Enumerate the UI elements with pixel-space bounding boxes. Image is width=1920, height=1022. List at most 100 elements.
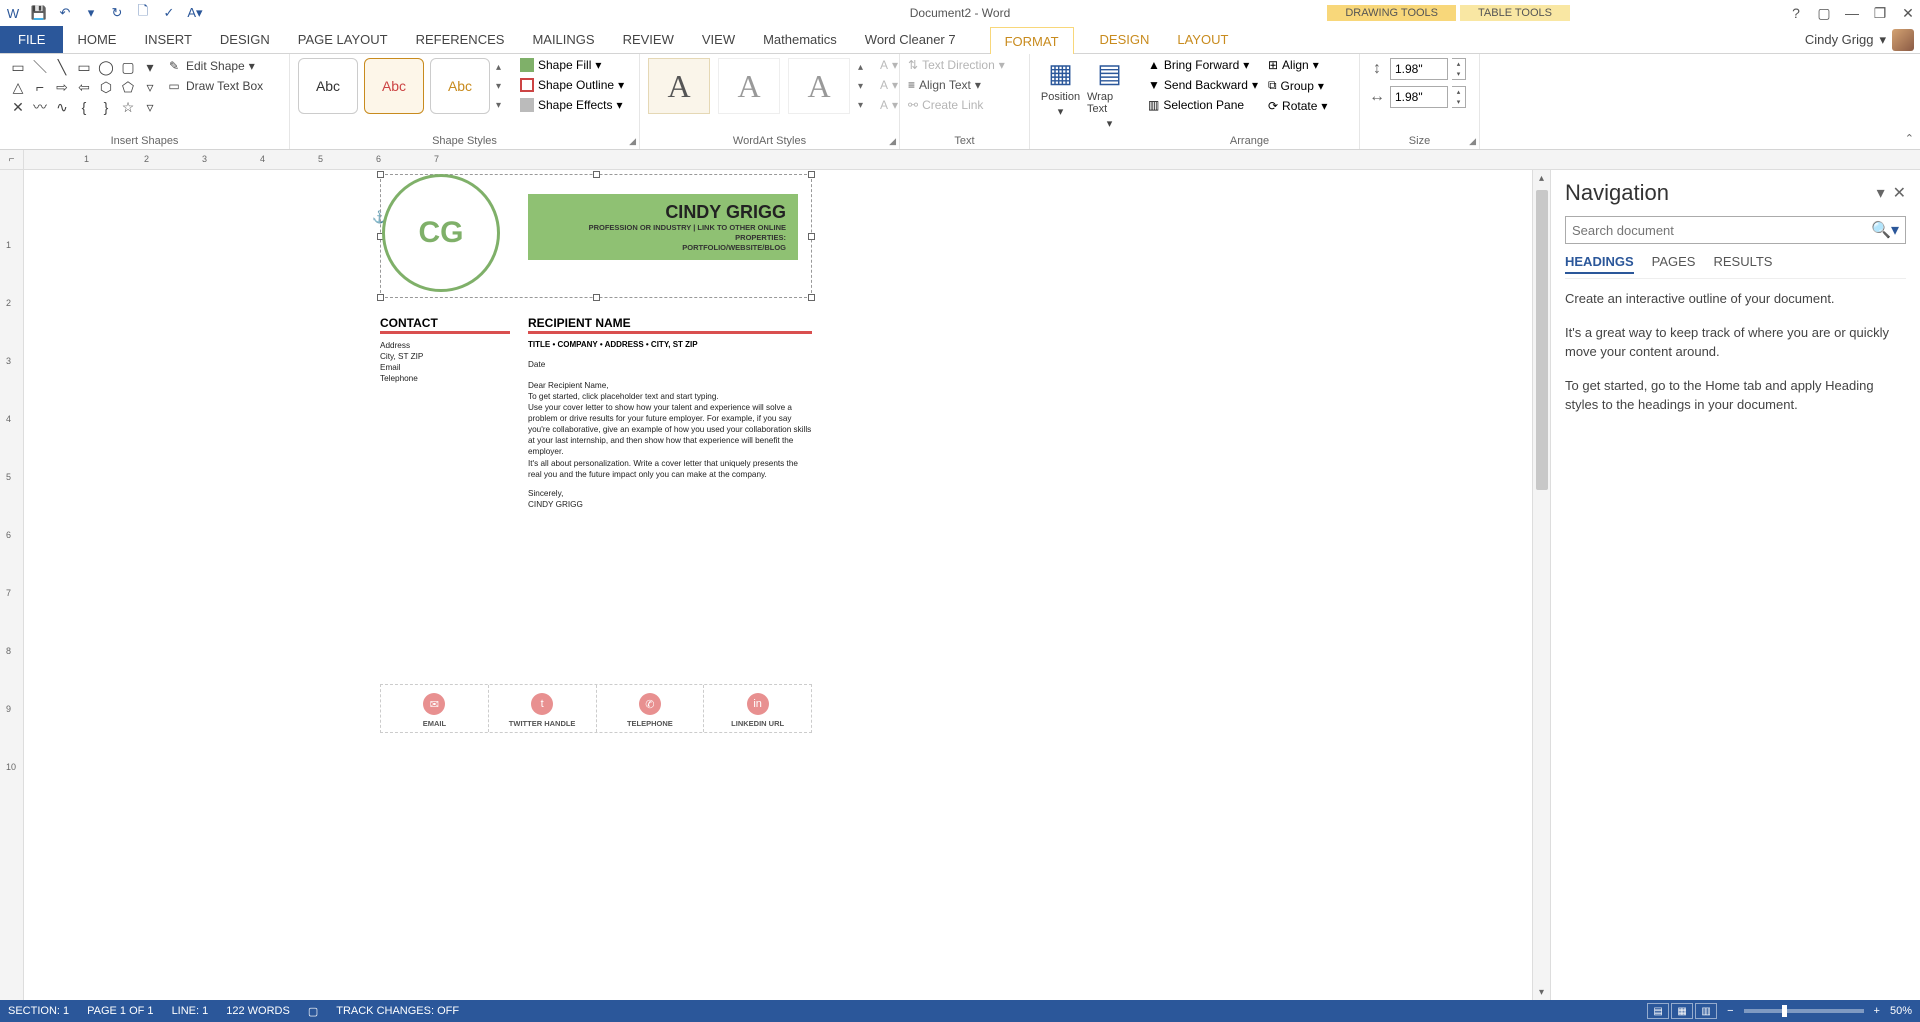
shape-styles-launcher-icon[interactable]: ◢	[629, 136, 636, 147]
font-icon[interactable]: A▾	[186, 4, 204, 22]
shape-outline-button[interactable]: Shape Outline ▾	[520, 78, 624, 92]
shape-more3-icon[interactable]: ▿	[140, 98, 160, 116]
style-gallery-more[interactable]: ▴▾▾	[496, 62, 512, 111]
handle-s[interactable]	[593, 294, 600, 301]
save-icon[interactable]: 💾	[30, 4, 48, 22]
shape-more2-icon[interactable]: ▿	[140, 78, 160, 96]
shape-style-gallery[interactable]: Abc Abc Abc ▴▾▾	[298, 58, 512, 114]
height-spinner[interactable]: ▴▾	[1452, 58, 1466, 80]
minimize-icon[interactable]: —	[1842, 3, 1862, 23]
rotate-button[interactable]: ⟳Rotate ▾	[1268, 99, 1327, 113]
shape-pent-icon[interactable]: ⬠	[118, 78, 138, 96]
shapes-gallery[interactable]: ▭ ＼ ╲ ▭ ◯ ▢ ▾ △ ⌐ ⇨ ⇦ ⬡ ⬠ ▿ ✕ 〰 ∿ { } ☆	[8, 58, 160, 116]
nav-search-input[interactable]	[1572, 223, 1871, 238]
text-outline-button[interactable]: A ▾	[880, 78, 898, 92]
shape-elbow-icon[interactable]: ⌐	[30, 78, 50, 96]
selection-pane-button[interactable]: ▥Selection Pane	[1148, 98, 1258, 112]
shape-roundrect-icon[interactable]: ▢	[118, 58, 138, 76]
zoom-in-icon[interactable]: +	[1874, 1005, 1880, 1017]
undo-icon[interactable]: ↶	[56, 4, 74, 22]
align-button[interactable]: ⊞Align ▾	[1268, 58, 1327, 72]
wordart-gallery-more[interactable]: ▴▾▾	[858, 62, 874, 111]
tab-review[interactable]: REVIEW	[609, 26, 688, 53]
status-track-changes[interactable]: TRACK CHANGES: OFF	[336, 1005, 459, 1017]
repeat-icon[interactable]: 🗋	[134, 4, 152, 22]
user-area[interactable]: Cindy Grigg ▾	[1805, 29, 1914, 51]
handle-n[interactable]	[593, 171, 600, 178]
status-line[interactable]: LINE: 1	[172, 1005, 209, 1017]
width-field[interactable]: ↔ 1.98" ▴▾	[1368, 86, 1466, 108]
status-section[interactable]: SECTION: 1	[8, 1005, 69, 1017]
bring-forward-button[interactable]: ▲Bring Forward ▾	[1148, 58, 1258, 72]
footer-row[interactable]: ✉ EMAIL t TWITTER HANDLE ✆ TELEPHONE in …	[380, 684, 812, 733]
shape-triangle-icon[interactable]: △	[8, 78, 28, 96]
tab-mathematics[interactable]: Mathematics	[749, 26, 851, 53]
nav-tab-results[interactable]: RESULTS	[1713, 254, 1772, 274]
zoom-slider[interactable]	[1744, 1009, 1864, 1013]
help-icon[interactable]: ?	[1786, 3, 1806, 23]
initials-circle[interactable]: CG	[382, 174, 500, 292]
shape-effects-button[interactable]: Shape Effects ▾	[520, 98, 624, 112]
height-input[interactable]: 1.98"	[1390, 58, 1448, 80]
wordart-item-1[interactable]: A	[648, 58, 710, 114]
collapse-ribbon-icon[interactable]: ⌃	[1905, 132, 1914, 145]
style-item-1[interactable]: Abc	[298, 58, 358, 114]
footer-email[interactable]: ✉ EMAIL	[381, 685, 489, 732]
ruler-corner[interactable]: ⌐	[0, 150, 24, 169]
tab-mailings[interactable]: MAILINGS	[518, 26, 608, 53]
tab-view[interactable]: VIEW	[688, 26, 749, 53]
nav-close-icon[interactable]: ✕	[1893, 183, 1906, 203]
recipient-column[interactable]: RECIPIENT NAME TITLE • COMPANY • ADDRESS…	[528, 316, 812, 510]
wordart-gallery[interactable]: A A A ▴▾▾	[648, 58, 874, 114]
edit-shape-button[interactable]: ✎Edit Shape ▾	[166, 58, 263, 74]
shape-hex-icon[interactable]: ⬡	[96, 78, 116, 96]
tab-insert[interactable]: INSERT	[130, 26, 205, 53]
shape-arrow2-icon[interactable]: ⇦	[74, 78, 94, 96]
tab-format[interactable]: FORMAT	[990, 27, 1074, 54]
tab-page-layout[interactable]: PAGE LAYOUT	[284, 26, 402, 53]
view-print-icon[interactable]: ▦	[1671, 1003, 1693, 1019]
handle-sw[interactable]	[377, 294, 384, 301]
width-input[interactable]: 1.98"	[1390, 86, 1448, 108]
shape-cross-icon[interactable]: ✕	[8, 98, 28, 116]
wordart-item-3[interactable]: A	[788, 58, 850, 114]
spellcheck-icon[interactable]: ✓	[160, 4, 178, 22]
wordart-item-2[interactable]: A	[718, 58, 780, 114]
view-read-icon[interactable]: ▤	[1647, 1003, 1669, 1019]
status-page[interactable]: PAGE 1 OF 1	[87, 1005, 153, 1017]
close-icon[interactable]: ✕	[1898, 3, 1918, 23]
align-text-button[interactable]: ≡Align Text ▾	[908, 78, 1005, 92]
height-field[interactable]: ↕ 1.98" ▴▾	[1368, 58, 1466, 80]
style-item-2[interactable]: Abc	[364, 58, 424, 114]
text-fill-button[interactable]: A ▾	[880, 58, 898, 72]
horizontal-ruler[interactable]: 12 34 56 7	[24, 150, 1920, 169]
maximize-icon[interactable]: ❐	[1870, 3, 1890, 23]
shape-rect-icon[interactable]: ▭	[74, 58, 94, 76]
redo-icon[interactable]: ↻	[108, 4, 126, 22]
search-icon[interactable]: 🔍▾	[1871, 220, 1899, 240]
width-spinner[interactable]: ▴▾	[1452, 86, 1466, 108]
scroll-thumb[interactable]	[1536, 190, 1548, 490]
undo-more-icon[interactable]: ▾	[82, 4, 100, 22]
footer-telephone[interactable]: ✆ TELEPHONE	[597, 685, 705, 732]
shape-line-icon[interactable]: ＼	[30, 58, 50, 76]
position-button[interactable]: ▦Position▾	[1038, 58, 1083, 118]
create-link-button[interactable]: ⚯Create Link	[908, 98, 1005, 112]
shape-textbox-icon[interactable]: ▭	[8, 58, 28, 76]
text-effects-button[interactable]: A ▾	[880, 98, 898, 112]
shape-brace2-icon[interactable]: }	[96, 98, 116, 116]
proofing-icon[interactable]: ▢	[308, 1005, 318, 1018]
draw-text-box-button[interactable]: ▭Draw Text Box	[166, 78, 263, 94]
vertical-scrollbar[interactable]: ▴ ▾	[1532, 170, 1550, 1000]
view-web-icon[interactable]: ▥	[1695, 1003, 1717, 1019]
nav-tab-pages[interactable]: PAGES	[1652, 254, 1696, 274]
tab-references[interactable]: REFERENCES	[402, 26, 519, 53]
shape-line2-icon[interactable]: ╲	[52, 58, 72, 76]
shape-curve-icon[interactable]: 〰	[30, 98, 50, 116]
tab-home[interactable]: HOME	[63, 26, 130, 53]
style-item-3[interactable]: Abc	[430, 58, 490, 114]
handle-e[interactable]	[808, 233, 815, 240]
shape-more-icon[interactable]: ▾	[140, 58, 160, 76]
send-backward-button[interactable]: ▼Send Backward ▾	[1148, 78, 1258, 92]
shape-arrow-icon[interactable]: ⇨	[52, 78, 72, 96]
